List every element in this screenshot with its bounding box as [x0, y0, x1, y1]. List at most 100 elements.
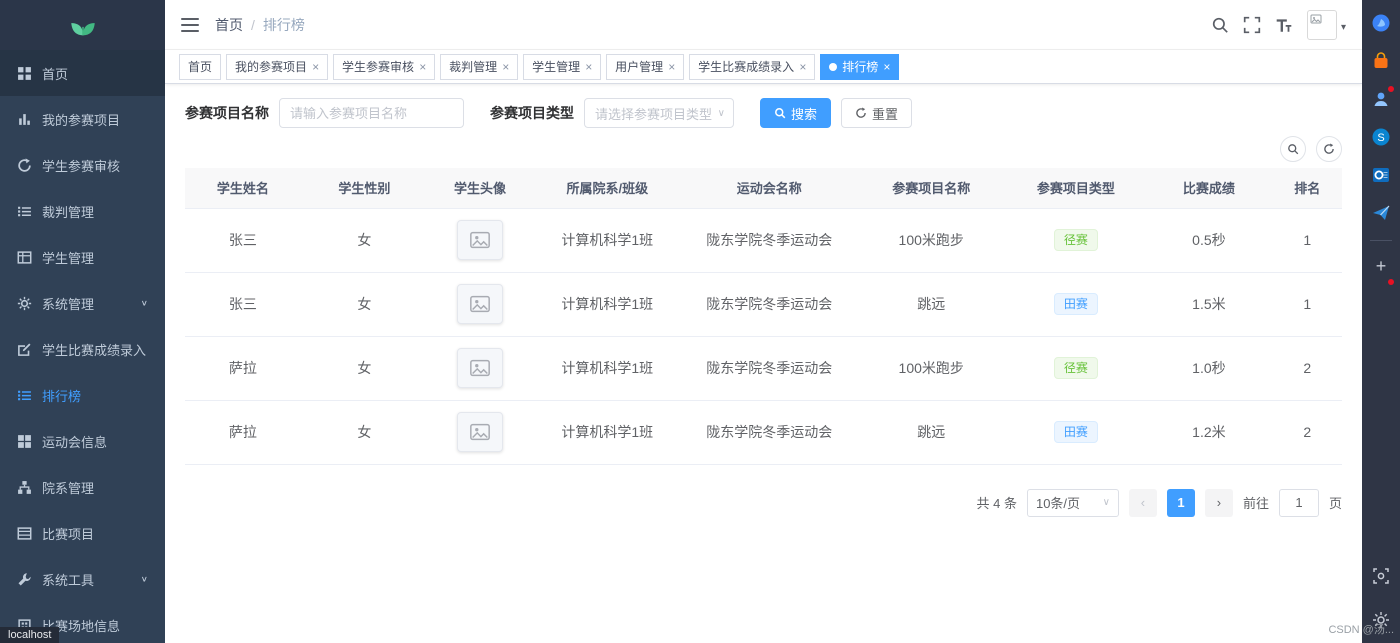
user-avatar-menu[interactable]: ▾ [1306, 9, 1346, 40]
notification-dot [1388, 279, 1394, 285]
skype-icon[interactable]: S [1370, 126, 1392, 148]
close-icon[interactable]: × [668, 61, 675, 73]
sidebar-item-home[interactable]: 首页 [0, 50, 165, 96]
project-type-select[interactable]: 请选择参赛项目类型 ∨ [584, 98, 734, 128]
student-avatar-placeholder[interactable] [457, 348, 504, 388]
tab-judges[interactable]: 裁判管理 × [440, 53, 519, 80]
sidebar-item-ranking[interactable]: 排行榜 [0, 372, 165, 418]
main-area: 首页 / 排行榜 ▾ 首页 我的参赛项目 × 学生参赛审核 × 裁判管理 × 学… [165, 0, 1362, 643]
search-button[interactable]: 搜索 [760, 98, 832, 128]
table-row: 萨拉 女 计算机科学1班 陇东学院冬季运动会 跳远 田赛 1.2米 2 [185, 400, 1342, 465]
cell-gender: 女 [300, 336, 428, 401]
audit-cycle-icon [17, 157, 32, 173]
add-app-icon[interactable]: + [1376, 257, 1387, 275]
close-icon[interactable]: × [799, 61, 806, 73]
type-tag: 径赛 [1053, 229, 1098, 251]
project-name-input[interactable] [279, 98, 464, 128]
student-avatar-placeholder[interactable] [457, 412, 504, 452]
close-icon[interactable]: × [419, 61, 426, 73]
tab-label: 学生比赛成绩录入 [698, 60, 795, 74]
cell-rank: 1 [1272, 208, 1342, 273]
toggle-search-icon[interactable] [1280, 136, 1306, 162]
table-icon [17, 250, 32, 265]
breadcrumb-current: 排行榜 [262, 16, 305, 33]
font-size-icon[interactable] [1275, 16, 1293, 34]
outlook-icon[interactable] [1370, 164, 1392, 186]
cell-project: 100米跑步 [856, 336, 1007, 401]
cell-rank: 2 [1272, 400, 1342, 465]
close-icon[interactable]: × [502, 61, 509, 73]
close-icon[interactable]: × [585, 61, 592, 73]
sidebar-item-score-entry[interactable]: 学生比赛成绩录入 [0, 326, 165, 372]
active-tab-dot [829, 62, 838, 71]
tab-users[interactable]: 用户管理 × [606, 53, 685, 80]
sidebar-item-label: 运动会信息 [42, 434, 108, 450]
cell-meet: 陇东学院冬季运动会 [682, 336, 857, 401]
sidebar-item-students[interactable]: 学生管理 [0, 234, 165, 280]
cell-dept: 计算机科学1班 [532, 272, 683, 337]
search-icon [775, 108, 786, 119]
refresh-table-icon[interactable] [1316, 136, 1342, 162]
sidebar-item-projects[interactable]: 比赛项目 [0, 510, 165, 556]
list-icon [17, 204, 32, 219]
student-avatar-placeholder[interactable] [457, 284, 504, 324]
table-row: 张三 女 计算机科学1班 陇东学院冬季运动会 100米跑步 径赛 0.5秒 1 [185, 208, 1342, 273]
cell-gender: 女 [300, 208, 428, 273]
sidebar-item-label: 学生参赛审核 [42, 158, 121, 174]
type-tag: 田赛 [1053, 421, 1098, 443]
sidebar-item-departments[interactable]: 院系管理 [0, 464, 165, 510]
chevron-down-icon: ∨ [1102, 497, 1110, 508]
sidebar-item-sports-info[interactable]: 运动会信息 [0, 418, 165, 464]
shopping-icon[interactable] [1370, 50, 1392, 72]
dashboard-icon [17, 66, 32, 81]
cell-project: 跳远 [856, 272, 1007, 337]
sidebar-item-label: 排行榜 [42, 388, 82, 404]
page-size-select[interactable]: 10条/页 ∨ [1026, 488, 1119, 517]
tab-score-entry[interactable]: 学生比赛成绩录入 × [689, 53, 816, 80]
breadcrumb-home[interactable]: 首页 [215, 15, 243, 35]
hamburger-icon[interactable] [181, 17, 199, 32]
chevron-down-icon: ∨ [140, 574, 148, 584]
cell-dept: 计算机科学1班 [532, 336, 683, 401]
project-name-label: 参赛项目名称 [185, 105, 269, 121]
cell-score: 1.0秒 [1145, 336, 1273, 401]
score-entry-icon [17, 342, 32, 357]
fullscreen-icon[interactable] [1243, 16, 1261, 34]
sidebar-item-student-audit[interactable]: 学生参赛审核 [0, 142, 165, 188]
breadcrumb-separator: / [251, 16, 255, 33]
tab-ranking[interactable]: 排行榜 × [820, 53, 900, 80]
page-number-button[interactable]: 1 [1166, 488, 1195, 517]
tab-students[interactable]: 学生管理 × [523, 53, 602, 80]
cell-name: 萨拉 [185, 400, 301, 465]
sidebar-item-system-tools[interactable]: 系统工具 ∨ [0, 556, 165, 602]
next-page-button[interactable]: › [1204, 488, 1233, 517]
sidebar-item-system-mgmt[interactable]: 系统管理 ∨ [0, 280, 165, 326]
goto-page-input[interactable] [1278, 488, 1319, 517]
sidebar-item-judges[interactable]: 裁判管理 [0, 188, 165, 234]
sidebar-item-label: 裁判管理 [42, 204, 95, 220]
tab-student-audit[interactable]: 学生参赛审核 × [333, 53, 436, 80]
close-icon[interactable]: × [312, 61, 319, 73]
caret-down-icon: ▾ [1340, 21, 1346, 33]
contacts-icon[interactable] [1370, 86, 1394, 110]
tab-my-projects[interactable]: 我的参赛项目 × [226, 53, 329, 80]
capture-icon[interactable] [1370, 565, 1392, 587]
cell-gender: 女 [300, 400, 428, 465]
plant-logo-icon [70, 23, 95, 36]
reset-button[interactable]: 重置 [841, 98, 913, 128]
tab-home[interactable]: 首页 [179, 53, 222, 80]
sidebar-item-label: 首页 [42, 66, 69, 82]
cell-project: 100米跑步 [856, 208, 1007, 273]
search-icon[interactable] [1211, 16, 1229, 34]
chevron-down-icon: ∨ [717, 107, 725, 119]
sidebar-item-label: 我的参赛项目 [42, 112, 121, 128]
student-avatar-placeholder[interactable] [457, 220, 504, 260]
avatar [1306, 9, 1337, 40]
col-meet: 运动会名称 [682, 168, 857, 209]
sidebar-item-my-projects[interactable]: 我的参赛项目 [0, 96, 165, 142]
send-plane-icon[interactable] [1370, 202, 1392, 224]
copilot-icon[interactable] [1370, 12, 1392, 34]
close-icon[interactable]: × [883, 61, 890, 73]
prev-page-button[interactable]: ‹ [1128, 488, 1157, 517]
type-tag: 田赛 [1053, 293, 1098, 315]
